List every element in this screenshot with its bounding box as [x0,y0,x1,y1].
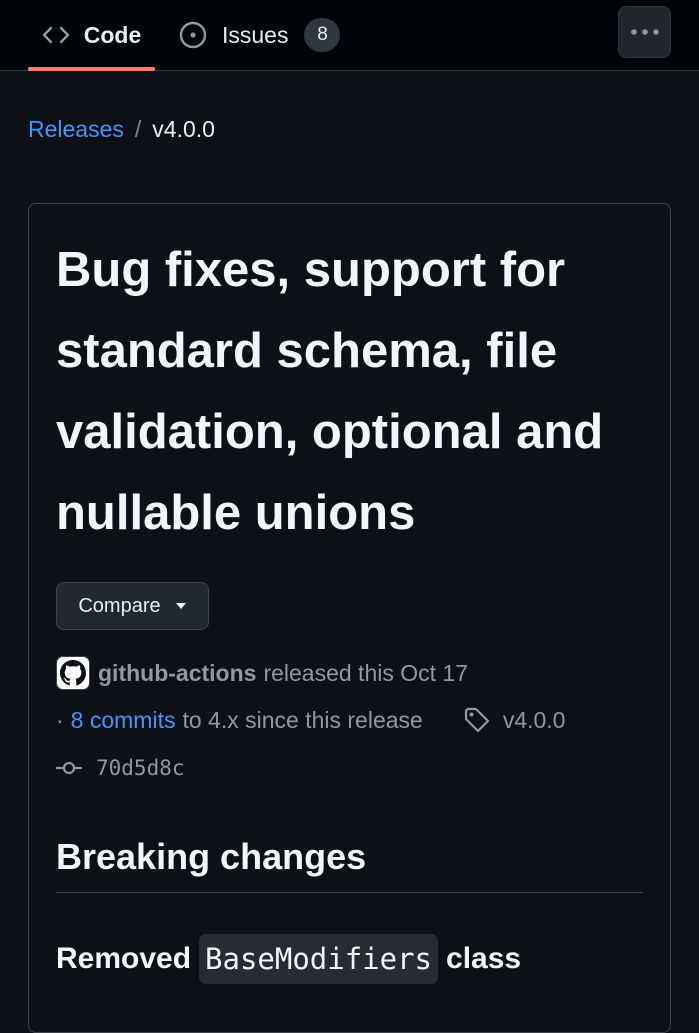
compare-button[interactable]: Compare [56,582,209,630]
kebab-horizontal-icon [630,23,660,41]
release-tag[interactable]: v4.0.0 [463,706,566,734]
tab-code[interactable]: Code [28,0,155,71]
release-card: Bug fixes, support for standard schema, … [28,203,671,1033]
commits-bullet: · [56,706,64,733]
commits-link[interactable]: 8 commits [71,707,176,734]
released-date-text: released this Oct 17 [263,659,468,686]
breadcrumb-current: v4.0.0 [152,116,215,142]
breadcrumb: Releases / v4.0.0 [28,116,215,143]
github-mark-icon [60,660,86,686]
removed-class-heading: Removed BaseModifiers class [56,934,521,984]
release-title: Bug fixes, support for standard schema, … [56,243,604,540]
compare-button-label: Compare [78,594,161,617]
breadcrumb-releases-link[interactable]: Releases [28,116,124,143]
release-author-row: github-actions released this Oct 17 [56,656,468,690]
heading-text-after: class [446,942,522,975]
git-commit-icon [56,760,82,776]
release-commit-row: 70d5d8c [56,756,185,780]
release-commits-row: · 8 commits to 4.x since this release v4… [56,706,565,734]
tag-label: v4.0.0 [502,706,566,733]
repo-nav: Code Issues 8 [0,0,699,71]
tab-code-label: Code [83,21,142,48]
issues-count-badge: 8 [304,18,341,52]
tab-issues[interactable]: Issues 8 [178,0,341,70]
more-options-button[interactable] [618,6,671,58]
commits-suffix-text: to 4.x since this release [182,706,423,733]
breaking-changes-heading: Breaking changes [56,832,643,893]
tab-issues-label: Issues [222,21,289,48]
author-link[interactable]: github-actions [98,660,256,687]
inline-code: BaseModifiers [199,934,439,984]
issue-opened-icon [178,20,208,50]
heading-text-before: Removed [56,942,192,975]
code-icon [42,25,70,45]
avatar[interactable] [56,656,90,690]
triangle-down-icon [175,602,187,610]
commit-sha-link[interactable]: 70d5d8c [96,756,185,780]
breadcrumb-separator: / [134,116,142,142]
tag-icon [463,706,491,734]
